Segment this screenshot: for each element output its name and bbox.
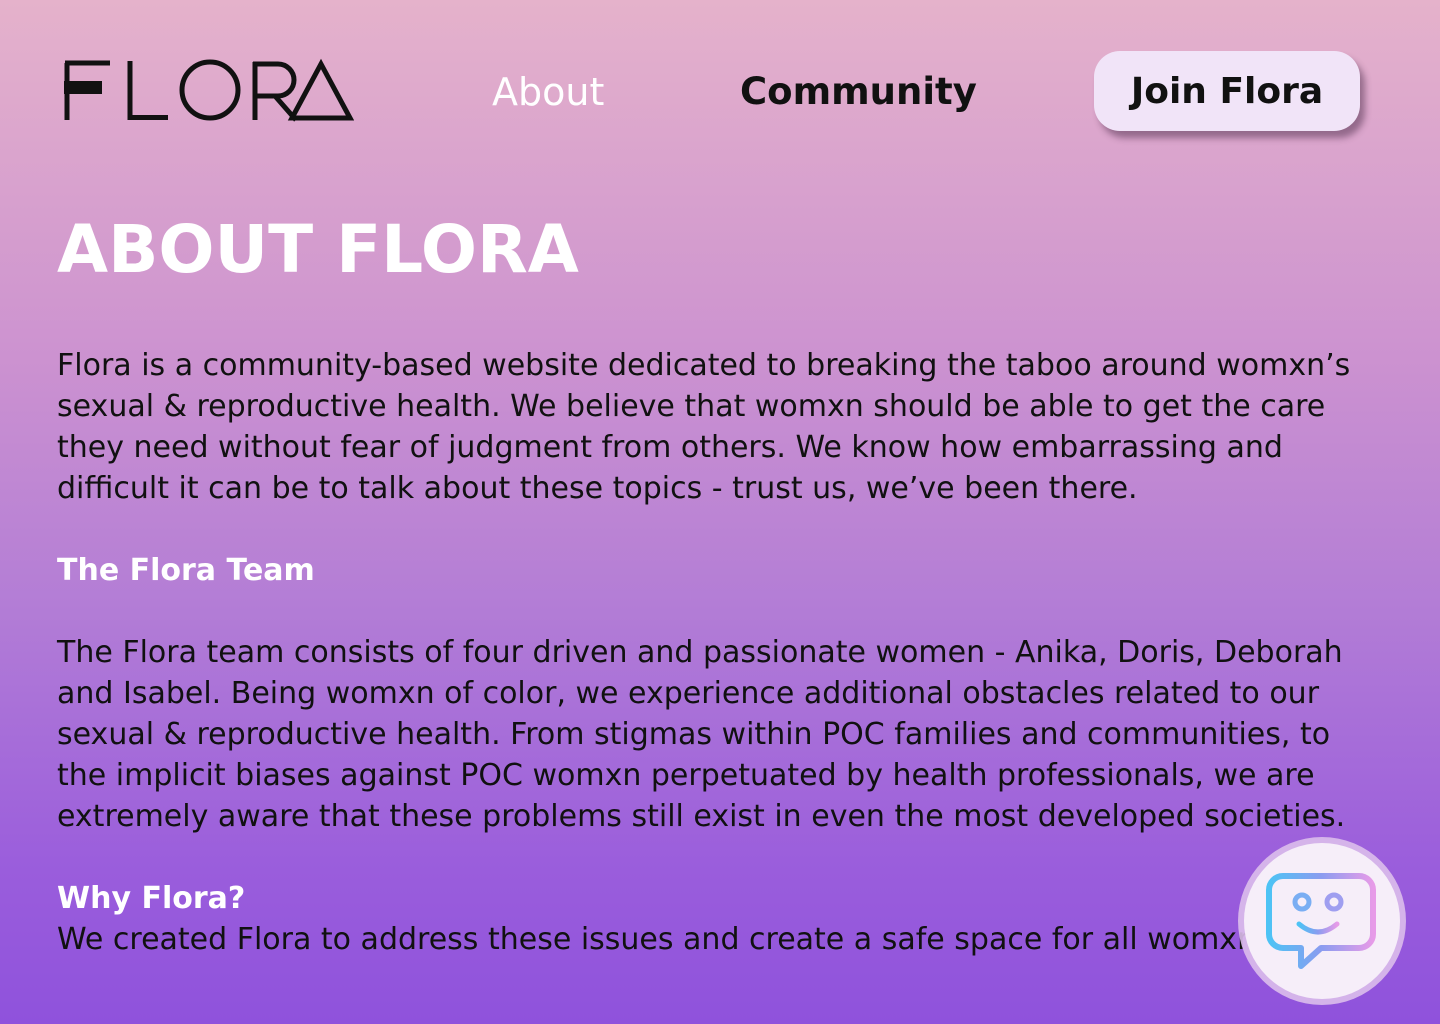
team-paragraph: The Flora team consists of four driven a…	[57, 635, 1346, 834]
nav-link-community[interactable]: Community	[740, 70, 977, 114]
chat-bot-icon	[1266, 873, 1376, 969]
flora-logo[interactable]	[64, 58, 355, 124]
why-heading: Why Flora?	[57, 881, 246, 916]
chat-widget-button[interactable]	[1244, 843, 1400, 999]
nav-link-about[interactable]: About	[492, 70, 604, 114]
page-title: ABOUT FLORA	[57, 211, 579, 288]
why-paragraph: We created Flora to address these issues…	[57, 922, 1257, 957]
intro-paragraph: Flora is a community-based website dedic…	[57, 348, 1351, 506]
join-flora-button[interactable]: Join Flora	[1094, 51, 1360, 131]
about-content: Flora is a community-based website dedic…	[57, 345, 1382, 1001]
team-heading: The Flora Team	[57, 553, 315, 588]
flora-logo-mark	[64, 58, 355, 122]
